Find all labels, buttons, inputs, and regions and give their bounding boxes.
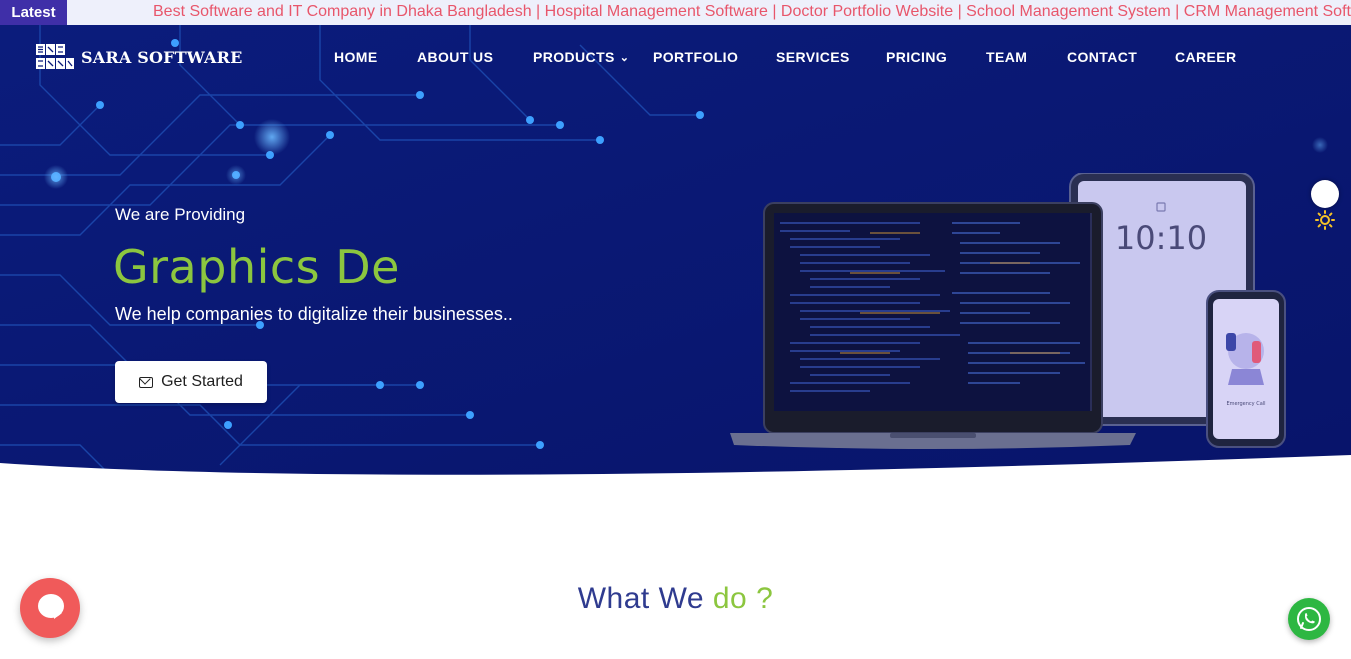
chevron-down-icon: ⌄ (619, 52, 630, 64)
nav-pricing[interactable]: PRICING (886, 49, 947, 65)
whatsapp-icon (1297, 607, 1321, 631)
nav-products-label: PRODUCTS (533, 49, 615, 65)
nav-contact[interactable]: CONTACT (1067, 49, 1137, 65)
sun-icon[interactable] (1315, 210, 1335, 230)
mail-icon (139, 376, 154, 388)
ticker-label: Latest (0, 0, 67, 25)
main-nav: HOME ABOUT US PRODUCTS ⌄ PORTFOLIO SERVIC… (0, 49, 1351, 67)
nav-career[interactable]: CAREER (1175, 49, 1237, 65)
chat-button[interactable] (20, 578, 80, 638)
nav-products[interactable]: PRODUCTS ⌄ (533, 49, 629, 65)
hero-title: Graphics De (113, 240, 400, 294)
get-started-label: Get Started (161, 373, 243, 390)
section-title: What We do ? (0, 582, 1351, 616)
phone-caption: Emergency Call (1226, 401, 1265, 407)
nav-about-us[interactable]: ABOUT US (417, 49, 493, 65)
hero-description: We help companies to digitalize their bu… (115, 304, 513, 324)
nav-team[interactable]: TEAM (986, 49, 1027, 65)
theme-toggle[interactable] (1310, 180, 1340, 235)
nav-services[interactable]: SERVICES (776, 49, 850, 65)
hero-section: SARA SOFTWARE HOME ABOUT US PRODUCTS ⌄ PO… (0, 25, 1351, 485)
chat-icon-tail (54, 613, 62, 619)
toggle-knob[interactable] (1311, 180, 1339, 208)
section-title-highlight: do ? (712, 582, 774, 615)
ticker-text[interactable]: Best Software and IT Company in Dhaka Ba… (153, 3, 1351, 21)
news-ticker: Latest Best Software and IT Company in D… (0, 0, 1351, 25)
get-started-button[interactable]: Get Started (115, 361, 267, 403)
section-title-part1: What We (577, 582, 713, 615)
hero-subtitle: We are Providing (115, 205, 246, 224)
devices-illustration: 10:10 Emergency Call (730, 173, 1286, 449)
tablet-time: 10:10 (1115, 219, 1207, 257)
nav-portfolio[interactable]: PORTFOLIO (653, 49, 738, 65)
nav-home[interactable]: HOME (334, 49, 378, 65)
whatsapp-button[interactable] (1288, 598, 1330, 640)
